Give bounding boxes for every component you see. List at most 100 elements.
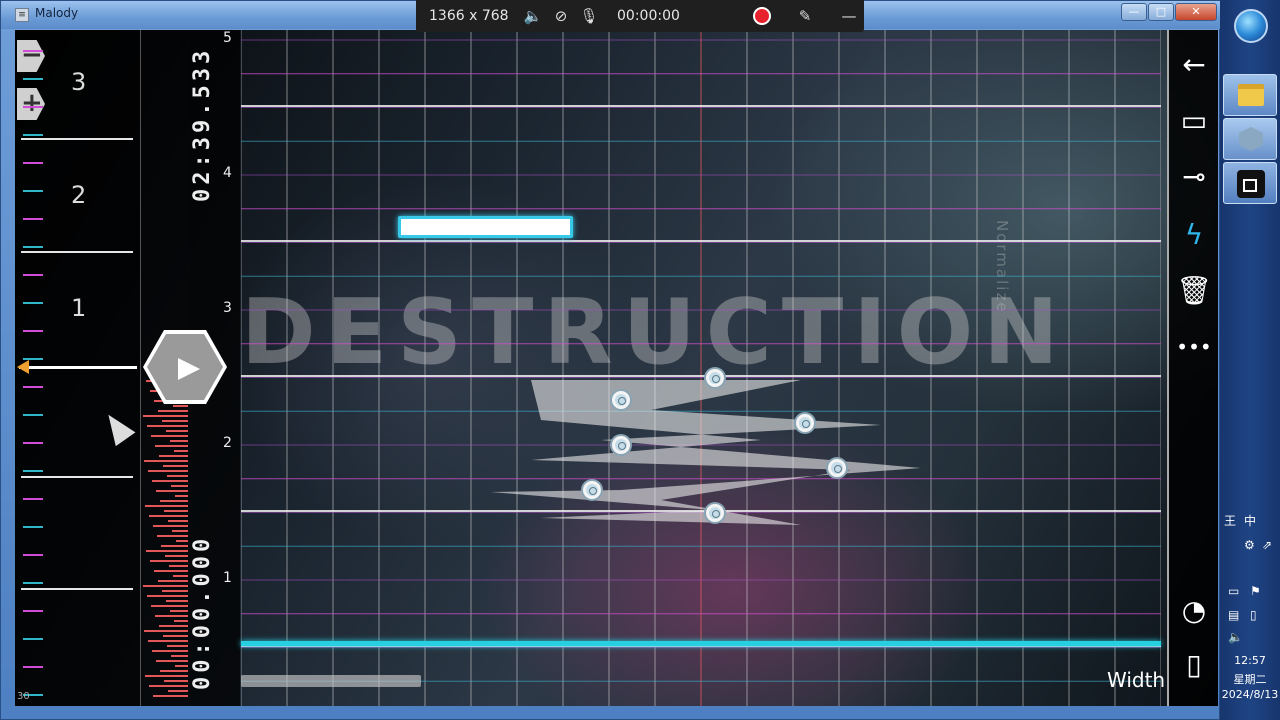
slide-node[interactable]: [583, 481, 601, 499]
clock-date[interactable]: 2024/8/13: [1220, 688, 1280, 701]
phone-icon[interactable]: ▯: [1250, 608, 1257, 622]
volume-icon[interactable]: 🔈: [1228, 630, 1243, 644]
density-bar: [170, 440, 188, 442]
measure-timeline[interactable]: − + 3 2 1 30: [15, 30, 140, 706]
judgement-line: [241, 641, 1161, 646]
measure-line: [21, 588, 133, 590]
start-button[interactable]: [1234, 9, 1268, 43]
measure-tick: [23, 50, 43, 52]
slide-node[interactable]: [612, 391, 630, 409]
speed-gauge-icon[interactable]: ◔: [1173, 590, 1215, 632]
density-bar: [167, 645, 188, 647]
taskbar-malody[interactable]: [1223, 118, 1277, 160]
density-bar: [158, 580, 188, 582]
measure-tick: [23, 162, 43, 164]
pen-icon[interactable]: ✎: [791, 7, 819, 25]
ruler-icon[interactable]: ▯: [1173, 644, 1215, 686]
close-button[interactable]: ✕: [1175, 3, 1217, 21]
taskbar-recorder[interactable]: [1223, 162, 1277, 204]
playhead-arrow-icon[interactable]: [17, 360, 29, 374]
slide-node[interactable]: [612, 436, 630, 454]
collapse-icon[interactable]: —: [835, 7, 863, 25]
slide-path: [491, 380, 921, 525]
measure-tick: [23, 246, 43, 248]
horizontal-scrollbar[interactable]: [241, 675, 421, 687]
density-bar: [156, 660, 188, 662]
measure-tick: [23, 470, 43, 472]
density-bar: [153, 695, 188, 697]
width-label[interactable]: Width: [1107, 668, 1165, 692]
slide-note-tool-icon[interactable]: ϟ: [1173, 214, 1215, 256]
slide-node[interactable]: [828, 459, 846, 477]
record-icon[interactable]: [753, 7, 771, 25]
hold-note-tool-icon[interactable]: ⊸: [1173, 156, 1215, 198]
mouse-pointer-icon: [98, 407, 136, 447]
fps-label: 30: [17, 691, 30, 702]
settings-icon[interactable]: ⚙: [1244, 538, 1255, 552]
flag-icon[interactable]: ⚑: [1250, 584, 1261, 598]
measure-tick: [23, 330, 43, 332]
clock-time[interactable]: 12:57: [1220, 654, 1280, 667]
measure-number: 1: [71, 294, 87, 322]
mic-off-icon[interactable]: 🎙: [575, 7, 603, 25]
measure-line: [21, 476, 133, 478]
clock-day[interactable]: 星期二: [1220, 671, 1280, 687]
density-bar: [163, 635, 188, 637]
hold-note[interactable]: [398, 216, 573, 238]
density-bar: [166, 430, 188, 432]
measure-number: 2: [71, 181, 87, 209]
measure-tick: [23, 414, 43, 416]
taskbar-explorer[interactable]: [1223, 74, 1277, 116]
slide-node[interactable]: [706, 504, 724, 522]
measure-tick: [23, 638, 43, 640]
camera-icon[interactable]: ▭: [1228, 584, 1239, 598]
screen-recorder-bar: 1366 x 768 🔈 ⊘ 🎙 00:00:00 ✎ —: [416, 0, 864, 32]
zoom-in-button[interactable]: +: [17, 88, 45, 120]
measure-tick: [23, 302, 43, 304]
density-bar: [152, 650, 188, 652]
note-grid[interactable]: DESTRUCTION Normalize Width: [241, 30, 1165, 706]
beat-label: 1: [223, 570, 232, 586]
measure-number: 3: [71, 68, 87, 96]
delete-icon[interactable]: 🗑: [1173, 270, 1215, 312]
density-bar: [162, 420, 188, 422]
density-bar: [168, 520, 188, 522]
density-bar: [145, 505, 188, 507]
density-bar: [168, 690, 188, 692]
density-bar: [169, 565, 188, 567]
measure-tick: [23, 610, 43, 612]
tap-note-tool-icon[interactable]: ▭: [1173, 100, 1215, 142]
maximize-button[interactable]: □: [1148, 3, 1174, 21]
density-bar: [163, 465, 188, 467]
density-bar: [144, 630, 188, 632]
density-bar: [164, 680, 188, 682]
density-bar: [149, 515, 188, 517]
density-bar: [167, 475, 188, 477]
slide-node[interactable]: [706, 369, 724, 387]
density-bar: [157, 535, 188, 537]
ime-icon[interactable]: 王: [1224, 512, 1236, 529]
monitor-icon[interactable]: ▤: [1228, 608, 1239, 622]
density-bar: [176, 540, 188, 542]
density-bar: [155, 445, 188, 447]
slide-node[interactable]: [796, 414, 814, 432]
more-icon[interactable]: •••: [1173, 326, 1215, 368]
density-bar: [154, 570, 188, 572]
recording-resolution[interactable]: 1366 x 768: [429, 8, 519, 24]
measure-line: [21, 251, 133, 253]
minimize-button[interactable]: —: [1121, 3, 1147, 21]
beat-label: 5: [223, 30, 232, 46]
speaker-icon[interactable]: 🔈: [519, 7, 547, 25]
external-link-icon[interactable]: ⇗: [1262, 538, 1272, 552]
editor-area[interactable]: − + 3 2 1 30 02:39.533 00:00.000 5 4 3 2…: [15, 30, 1218, 706]
back-icon[interactable]: ←: [1173, 44, 1215, 86]
taskbar: 王 中 ⚙ ⇗ ▭ ⚑ ▤ ▯ 🔈 12:57 星期二 2024/8/13: [1220, 0, 1280, 720]
app-window: ≡ Malody — □ ✕ − + 3 2 1 30 02:39.533 00…: [0, 0, 1221, 720]
folder-icon: [1238, 84, 1264, 106]
measure-tick: [23, 526, 43, 528]
measure-tick: [23, 274, 43, 276]
zoom-out-button[interactable]: −: [17, 40, 45, 72]
camera-off-icon[interactable]: ⊘: [547, 7, 575, 25]
ime-mode[interactable]: 中: [1244, 512, 1256, 529]
playhead-line: [19, 366, 137, 369]
